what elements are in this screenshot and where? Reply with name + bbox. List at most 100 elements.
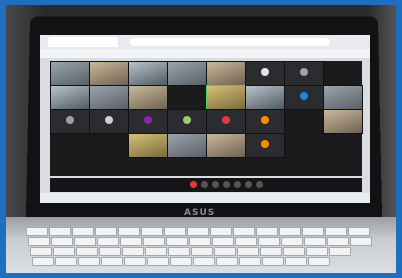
- avatar: [105, 116, 113, 125]
- participant-tile[interactable]: [323, 109, 363, 134]
- keyboard-key: [350, 237, 372, 246]
- participant-tile[interactable]: [89, 61, 129, 86]
- avatar: [261, 68, 269, 77]
- keyboard-key: [141, 227, 163, 236]
- avatar: [261, 116, 269, 125]
- keyboard-key: [49, 227, 71, 236]
- keyboard-key: [120, 237, 142, 246]
- participant-gallery: [50, 61, 363, 176]
- browser-tab[interactable]: [48, 37, 118, 47]
- meeting-header: [40, 49, 370, 58]
- keyboard-key: [118, 227, 140, 236]
- participant-tile[interactable]: [50, 85, 90, 110]
- keyboard-key: [233, 227, 255, 236]
- participant-tile[interactable]: [245, 133, 285, 158]
- keyboard-key: [145, 247, 167, 256]
- keyboard-key: [304, 237, 326, 246]
- mute-button[interactable]: [201, 181, 208, 188]
- avatar: [222, 116, 230, 125]
- keyboard-key: [329, 247, 351, 256]
- keyboard-key: [327, 237, 349, 246]
- participant-tile[interactable]: [50, 61, 90, 86]
- end-call-button[interactable]: [190, 181, 197, 188]
- keyboard-key: [262, 257, 284, 266]
- participant-tile[interactable]: [245, 61, 285, 86]
- address-bar[interactable]: [130, 38, 330, 46]
- keyboard-key: [193, 257, 215, 266]
- participant-tile[interactable]: [284, 61, 324, 86]
- participant-tile[interactable]: [128, 109, 168, 134]
- participant-tile[interactable]: [128, 85, 168, 110]
- keyboard-key: [95, 227, 117, 236]
- keyboard-key: [147, 257, 169, 266]
- participant-tile[interactable]: [167, 109, 207, 134]
- participant-tile[interactable]: [245, 109, 285, 134]
- chat-button[interactable]: [245, 181, 252, 188]
- avatar: [261, 140, 269, 149]
- keyboard: [26, 227, 376, 267]
- keyboard-key: [28, 237, 50, 246]
- meeting-toolbar: [50, 178, 362, 192]
- keyboard-key: [260, 247, 282, 256]
- keyboard-key: [189, 237, 211, 246]
- laptop-screen: [40, 35, 370, 203]
- keyboard-key: [302, 227, 324, 236]
- keyboard-key: [214, 247, 236, 256]
- laptop-photo: ASUS: [6, 5, 396, 273]
- more-button[interactable]: [256, 181, 263, 188]
- participant-tile[interactable]: [167, 133, 207, 158]
- keyboard-key: [212, 237, 234, 246]
- keyboard-key: [164, 227, 186, 236]
- keyboard-key: [124, 257, 146, 266]
- keyboard-key: [72, 227, 94, 236]
- participant-tile[interactable]: [89, 85, 129, 110]
- keyboard-key: [235, 237, 257, 246]
- keyboard-key: [30, 247, 52, 256]
- keyboard-key: [53, 247, 75, 256]
- keyboard-key: [101, 257, 123, 266]
- keyboard-key: [26, 227, 48, 236]
- share-screen-button[interactable]: [223, 181, 230, 188]
- keyboard-key: [97, 237, 119, 246]
- keyboard-key: [348, 227, 370, 236]
- keyboard-key: [76, 247, 98, 256]
- video-button[interactable]: [212, 181, 219, 188]
- keyboard-key: [256, 227, 278, 236]
- keyboard-key: [168, 247, 190, 256]
- participant-tile[interactable]: [50, 109, 90, 134]
- avatar: [300, 92, 308, 101]
- participant-tile[interactable]: [206, 109, 246, 134]
- keyboard-key: [308, 257, 330, 266]
- participant-tile[interactable]: [128, 133, 168, 158]
- keyboard-key: [237, 247, 259, 256]
- keyboard-key: [32, 257, 54, 266]
- participant-tile[interactable]: [89, 109, 129, 134]
- participant-tile[interactable]: [206, 85, 246, 110]
- keyboard-key: [258, 237, 280, 246]
- keyboard-key: [78, 257, 100, 266]
- avatar: [144, 116, 152, 125]
- keyboard-key: [51, 237, 73, 246]
- avatar: [300, 68, 308, 77]
- participant-tile[interactable]: [284, 85, 324, 110]
- keyboard-key: [170, 257, 192, 266]
- keyboard-key: [281, 237, 303, 246]
- keyboard-key: [55, 257, 77, 266]
- participant-tile[interactable]: [245, 85, 285, 110]
- browser-bar: [40, 35, 370, 50]
- keyboard-key: [187, 227, 209, 236]
- keyboard-key: [191, 247, 213, 256]
- participant-tile[interactable]: [206, 61, 246, 86]
- participant-tile[interactable]: [128, 61, 168, 86]
- keyboard-key: [143, 237, 165, 246]
- keyboard-key: [210, 227, 232, 236]
- keyboard-key: [279, 227, 301, 236]
- keyboard-key: [325, 227, 347, 236]
- participant-tile[interactable]: [323, 85, 363, 110]
- keyboard-key: [306, 247, 328, 256]
- participants-button[interactable]: [234, 181, 241, 188]
- participant-tile[interactable]: [167, 61, 207, 86]
- keyboard-key: [239, 257, 261, 266]
- participant-tile[interactable]: [206, 133, 246, 158]
- keyboard-key: [216, 257, 238, 266]
